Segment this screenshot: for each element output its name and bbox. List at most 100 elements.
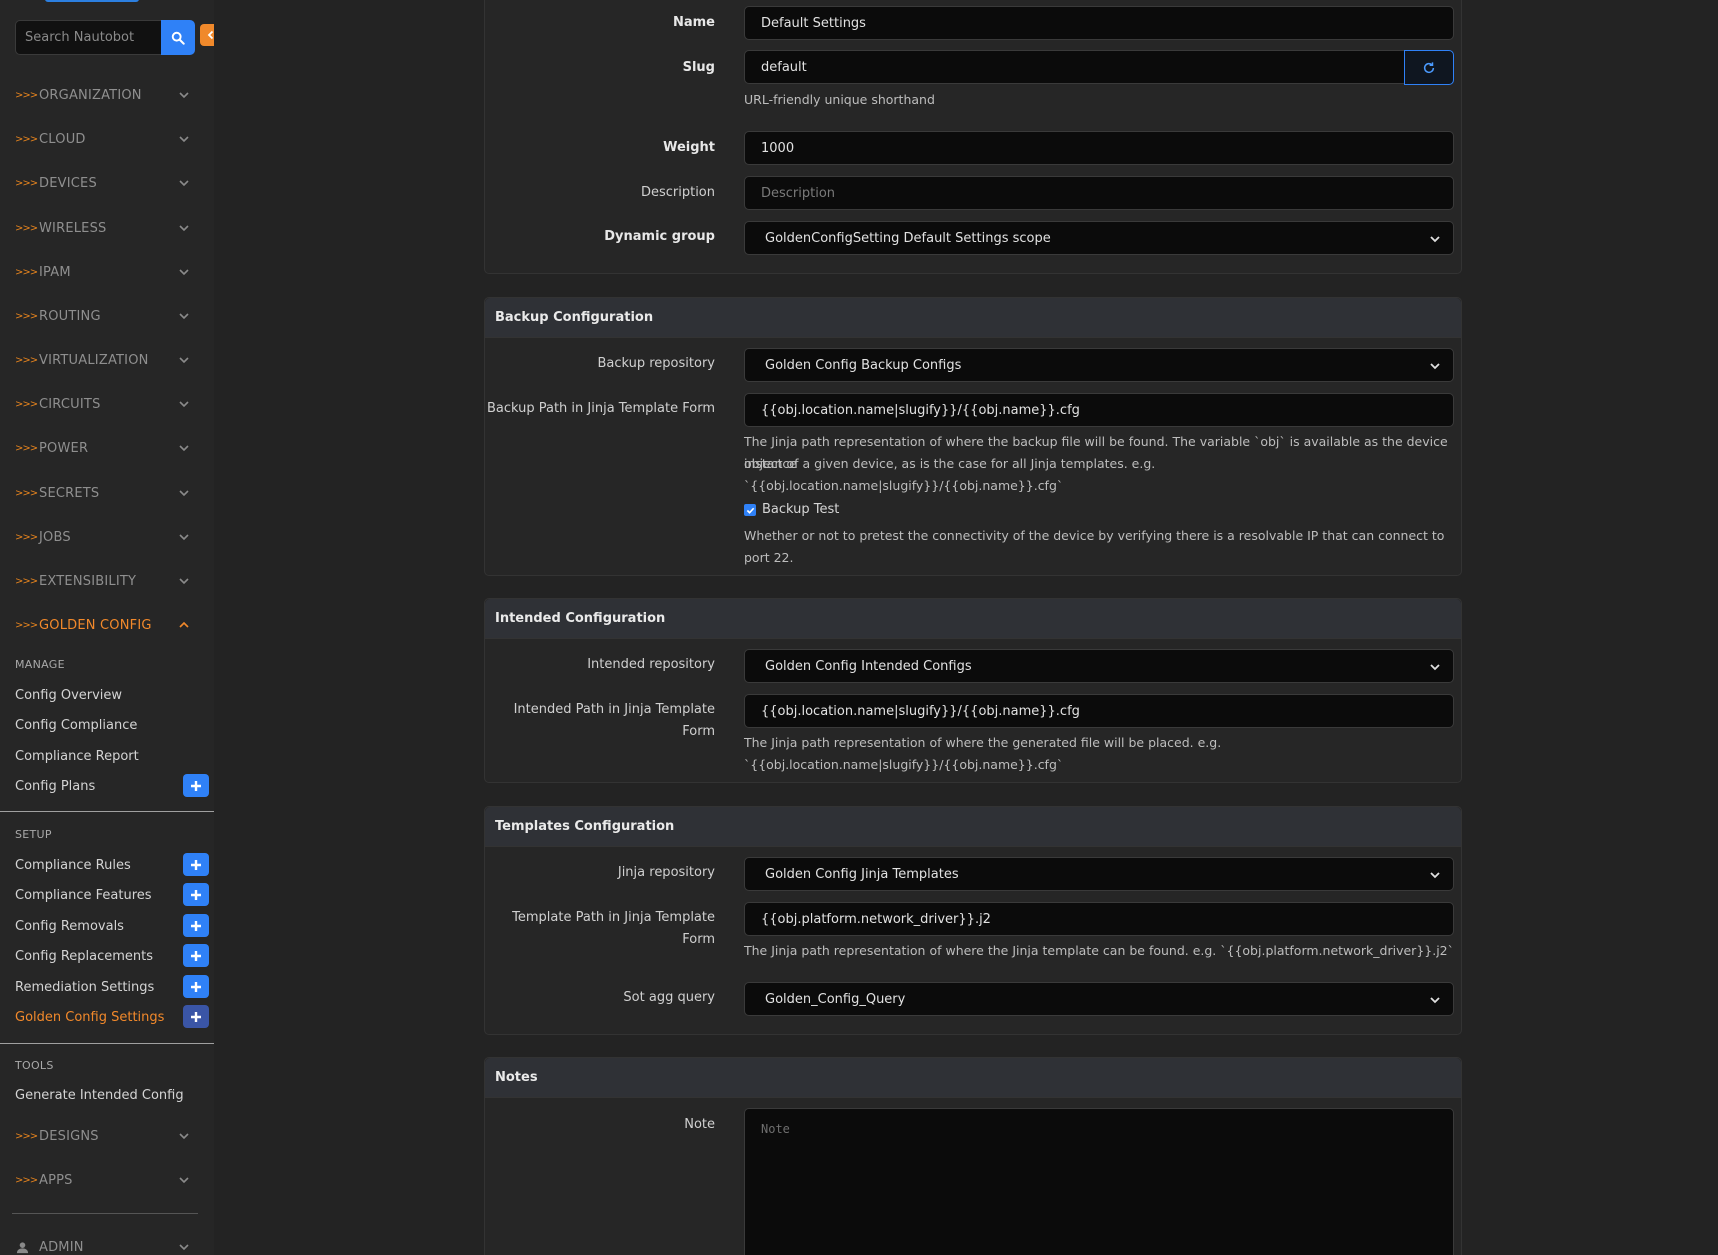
sidebar-section-label: CIRCUITS bbox=[39, 396, 101, 412]
plus-icon bbox=[191, 920, 201, 931]
sidebar-item-compliance-features[interactable]: Compliance Features bbox=[15, 882, 210, 908]
sidebar-section-wireless[interactable]: >>> WIRELESS bbox=[0, 206, 214, 250]
sidebar-item-generate-intended-config[interactable]: Generate Intended Config bbox=[15, 1082, 210, 1108]
sidebar-section-designs[interactable]: >>> DESIGNS bbox=[0, 1114, 214, 1158]
sidebar-section-power[interactable]: >>> POWER bbox=[0, 426, 214, 470]
name-input[interactable]: Default Settings bbox=[744, 6, 1454, 40]
sidebar-item-config-removals[interactable]: Config Removals bbox=[15, 913, 210, 939]
sidebar-item-label: Config Plans bbox=[15, 778, 96, 794]
chevron-down-icon bbox=[179, 490, 189, 497]
add-golden-config-setting-button[interactable] bbox=[183, 1005, 209, 1028]
sidebar-section-routing[interactable]: >>> ROUTING bbox=[0, 294, 214, 338]
backup-path-input[interactable]: {{obj.location.name|slugify}}/{{obj.name… bbox=[744, 393, 1454, 427]
slug-help-text: URL-friendly unique shorthand bbox=[744, 92, 935, 107]
dynamic-group-select[interactable]: GoldenConfigSetting Default Settings sco… bbox=[744, 221, 1454, 255]
chevron-down-icon bbox=[179, 445, 189, 452]
add-remediation-setting-button[interactable] bbox=[183, 975, 209, 998]
chevrons-icon: >>> bbox=[15, 1130, 38, 1142]
user-icon bbox=[16, 1242, 29, 1254]
jinja-repository-select[interactable]: Golden Config Jinja Templates bbox=[744, 857, 1454, 891]
plus-icon bbox=[191, 889, 201, 900]
add-config-plan-button[interactable] bbox=[183, 774, 209, 797]
sidebar-item-label: Config Compliance bbox=[15, 717, 138, 733]
search-icon bbox=[171, 31, 185, 45]
description-label: Description bbox=[640, 185, 715, 200]
sidebar-section-golden-config[interactable]: >>> GOLDEN CONFIG bbox=[0, 603, 214, 647]
template-path-help: The Jinja path representation of where t… bbox=[744, 943, 1454, 958]
add-compliance-feature-button[interactable] bbox=[183, 883, 209, 906]
sidebar-section-extensibility[interactable]: >>> EXTENSIBILITY bbox=[0, 559, 214, 603]
sidebar-section-label: DESIGNS bbox=[39, 1128, 99, 1144]
chevron-down-icon bbox=[179, 92, 189, 99]
chevrons-icon: >>> bbox=[15, 222, 38, 234]
sidebar-section-jobs[interactable]: >>> JOBS bbox=[0, 515, 214, 559]
chevrons-icon: >>> bbox=[15, 310, 38, 322]
add-compliance-rule-button[interactable] bbox=[183, 853, 209, 876]
chevron-down-icon bbox=[1430, 363, 1440, 370]
sidebar-item-golden-config-settings[interactable]: Golden Config Settings bbox=[15, 1004, 210, 1030]
chevrons-icon: >>> bbox=[15, 89, 38, 101]
sidebar-collapse-button[interactable] bbox=[200, 24, 214, 46]
sidebar-item-compliance-report[interactable]: Compliance Report bbox=[15, 743, 210, 769]
sot-agg-query-select[interactable]: Golden_Config_Query bbox=[744, 982, 1454, 1016]
add-config-removal-button[interactable] bbox=[183, 914, 209, 937]
chevrons-icon: >>> bbox=[15, 354, 38, 366]
template-path-input[interactable]: {{obj.platform.network_driver}}.j2 bbox=[744, 902, 1454, 936]
sidebar-section-circuits[interactable]: >>> CIRCUITS bbox=[0, 382, 214, 426]
chevron-down-icon bbox=[179, 578, 189, 585]
sidebar-divider bbox=[0, 1043, 214, 1044]
sidebar-section-label: POWER bbox=[39, 440, 89, 456]
sidebar-item-config-replacements[interactable]: Config Replacements bbox=[15, 943, 210, 969]
sidebar-section-admin[interactable]: ADMIN bbox=[0, 1225, 214, 1255]
sidebar-section-secrets[interactable]: >>> SECRETS bbox=[0, 471, 214, 515]
chevron-down-icon bbox=[1430, 236, 1440, 243]
jinja-repository-label: Jinja repository bbox=[617, 865, 715, 880]
sidebar-item-label: Compliance Report bbox=[15, 748, 139, 764]
intended-repository-select[interactable]: Golden Config Intended Configs bbox=[744, 649, 1454, 683]
sidebar-group-setup: SETUP bbox=[15, 828, 52, 841]
note-textarea[interactable]: Note bbox=[744, 1108, 1454, 1255]
description-input[interactable]: Description bbox=[744, 176, 1454, 210]
plus-icon bbox=[191, 1011, 201, 1022]
backup-test-label[interactable]: Backup Test bbox=[762, 499, 839, 521]
slug-input[interactable]: default bbox=[744, 50, 1405, 84]
sidebar-section-organization[interactable]: >>> ORGANIZATION bbox=[0, 73, 214, 117]
sidebar-item-label: Config Overview bbox=[15, 687, 123, 703]
sidebar-item-remediation-settings[interactable]: Remediation Settings bbox=[15, 974, 210, 1000]
backup-repository-value: Golden Config Backup Configs bbox=[765, 357, 962, 373]
dynamic-group-value: GoldenConfigSetting Default Settings sco… bbox=[765, 230, 1051, 246]
app-root: >>> ORGANIZATION >>> CLOUD >>> DEVICES >… bbox=[0, 0, 1718, 1255]
sidebar-item-config-overview[interactable]: Config Overview bbox=[15, 682, 210, 708]
sidebar-section-label: GOLDEN CONFIG bbox=[39, 617, 152, 633]
sidebar-section-label: WIRELESS bbox=[39, 220, 107, 236]
sidebar-section-virtualization[interactable]: >>> VIRTUALIZATION bbox=[0, 338, 214, 382]
backup-test-checkbox[interactable] bbox=[744, 504, 756, 516]
regenerate-slug-button[interactable] bbox=[1404, 50, 1454, 85]
chevron-down-icon bbox=[179, 1177, 189, 1184]
search-input[interactable] bbox=[15, 20, 161, 55]
intended-path-input[interactable]: {{obj.location.name|slugify}}/{{obj.name… bbox=[744, 694, 1454, 728]
sidebar-item-config-plans[interactable]: Config Plans bbox=[15, 773, 210, 799]
sidebar-section-apps[interactable]: >>> APPS bbox=[0, 1158, 214, 1202]
sidebar-section-ipam[interactable]: >>> IPAM bbox=[0, 250, 214, 294]
weight-input[interactable]: 1000 bbox=[744, 131, 1454, 165]
plus-icon bbox=[191, 950, 201, 961]
sidebar-item-compliance-rules[interactable]: Compliance Rules bbox=[15, 852, 210, 878]
search-button[interactable] bbox=[161, 20, 195, 55]
templates-configuration-header: Templates Configuration bbox=[485, 807, 1461, 847]
sidebar-item-config-compliance[interactable]: Config Compliance bbox=[15, 712, 210, 738]
backup-repository-label: Backup repository bbox=[597, 356, 715, 371]
backup-repository-select[interactable]: Golden Config Backup Configs bbox=[744, 348, 1454, 382]
add-config-replacement-button[interactable] bbox=[183, 944, 209, 967]
chevron-down-icon bbox=[179, 313, 189, 320]
notes-panel: Notes Note Note bbox=[484, 1057, 1462, 1255]
sidebar-section-label: IPAM bbox=[39, 264, 71, 280]
weight-label: Weight bbox=[663, 140, 715, 155]
intended-path-help: The Jinja path representation of where t… bbox=[744, 735, 1222, 772]
sidebar-section-devices[interactable]: >>> DEVICES bbox=[0, 161, 214, 205]
intended-repository-label: Intended repository bbox=[587, 657, 715, 672]
sidebar-group-manage: MANAGE bbox=[15, 658, 65, 671]
sidebar-logo-bar[interactable] bbox=[45, 0, 139, 2]
sidebar-section-label: ROUTING bbox=[39, 308, 101, 324]
sidebar-section-cloud[interactable]: >>> CLOUD bbox=[0, 117, 214, 161]
